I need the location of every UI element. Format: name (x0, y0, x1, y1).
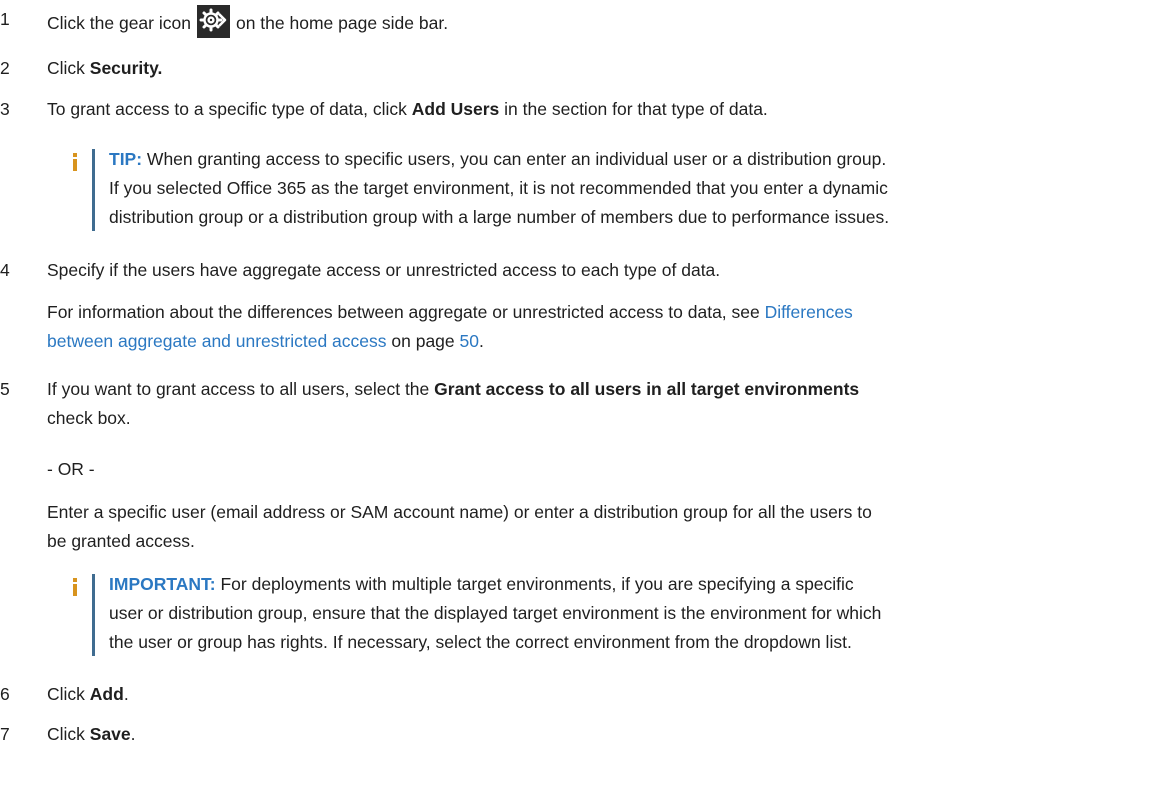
step-text: in the section for that type of data. (499, 99, 768, 119)
step-text: on the home page side bar. (235, 13, 449, 33)
note-bar (92, 149, 95, 231)
step-number: 7 (0, 724, 10, 744)
tip-text: distribution group or a distribution gro… (109, 207, 890, 227)
important-note: IMPORTANT: For deployments with multiple… (70, 570, 1160, 660)
tip-note: TIP: When granting access to specific us… (70, 145, 1160, 235)
step-text: Click (47, 58, 90, 78)
step-number: 4 (0, 260, 10, 280)
tip-label: TIP: (109, 149, 143, 169)
step-number: 2 (0, 58, 10, 78)
step-text: Click (47, 724, 90, 744)
info-paragraph: For information about the differences be… (47, 302, 853, 351)
step-text: check box. (47, 408, 131, 428)
cross-reference-link[interactable]: between aggregate and unrestricted acces… (47, 331, 387, 351)
or-text: - OR - (47, 459, 95, 479)
note-bar (92, 574, 95, 656)
important-text: the user or group has rights. If necessa… (109, 632, 852, 652)
step-number: 3 (0, 99, 10, 119)
info-icon (73, 153, 77, 171)
page-link[interactable]: 50 (460, 331, 479, 351)
tip-text: When granting access to specific users, … (142, 149, 887, 169)
ui-term: Grant access to all users in all target … (434, 379, 860, 399)
gear-icon (196, 5, 230, 38)
step-text: Click (47, 684, 90, 704)
info-icon (73, 578, 77, 596)
enter-paragraph: Enter a specific user (email address or … (47, 502, 872, 551)
important-text: user or distribution group, ensure that … (109, 603, 882, 623)
ui-term: Add (89, 684, 124, 704)
ui-term: Add Users (411, 99, 500, 119)
step-number: 5 (0, 379, 10, 399)
tip-text: If you selected Office 365 as the target… (109, 178, 888, 198)
step-text: Specify if the users have aggregate acce… (47, 260, 721, 280)
step-number: 6 (0, 684, 10, 704)
step-number: 1 (0, 9, 10, 29)
ui-term: Save (89, 724, 131, 744)
step-text: To grant access to a specific type of da… (47, 99, 412, 119)
important-label: IMPORTANT: (109, 574, 216, 594)
document-page: 1 Click the gear icon on the home page si… (0, 0, 1172, 790)
cross-reference-link[interactable]: Differences (765, 302, 853, 322)
step-text: If you want to grant access to all users… (47, 379, 435, 399)
ui-term: Security. (89, 58, 163, 78)
step-text: Click the gear icon (47, 13, 191, 33)
important-text: For deployments with multiple target env… (215, 574, 854, 594)
